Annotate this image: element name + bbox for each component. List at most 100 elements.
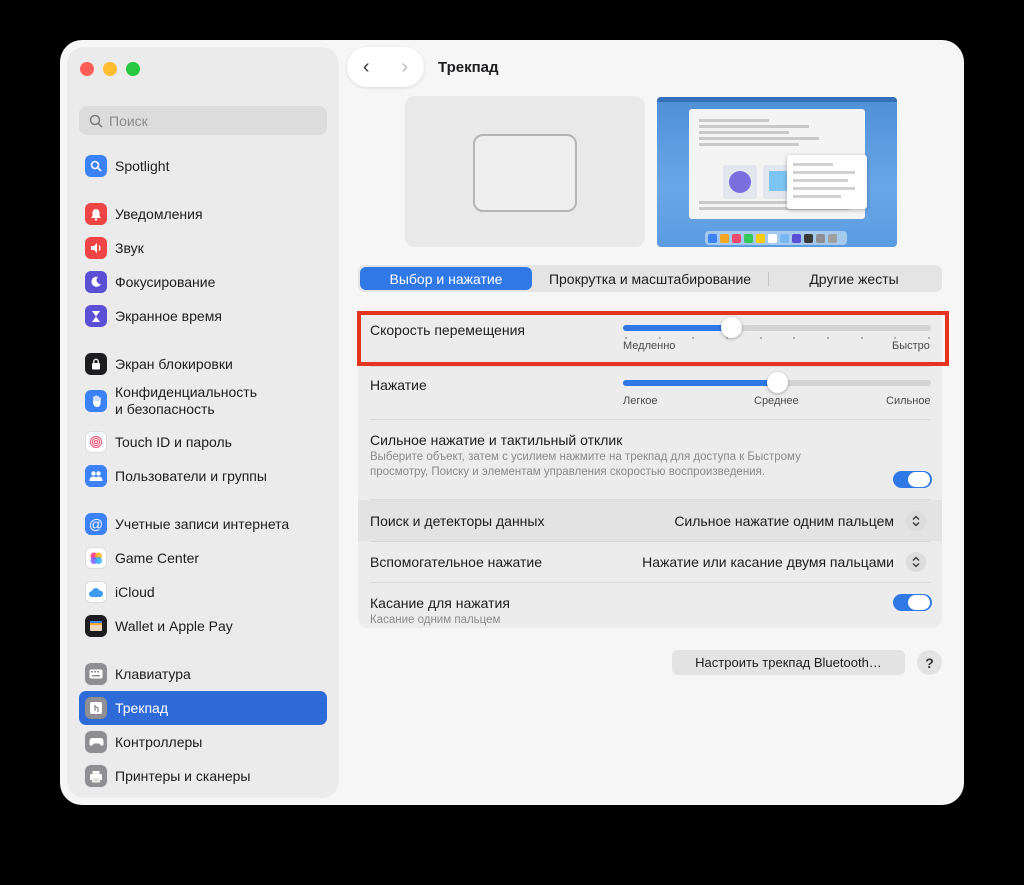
sidebar-item-internet-accounts[interactable]: @ Учетные записи интернета: [79, 507, 327, 541]
sidebar-item-label: Контроллеры: [115, 734, 203, 750]
sidebar-item-trackpad[interactable]: Трекпад: [79, 691, 327, 725]
sidebar-item-label: Звук: [115, 240, 144, 256]
preview-dock: [705, 231, 847, 245]
sidebar-item-notifications[interactable]: Уведомления: [79, 197, 327, 231]
sidebar-item-keyboard[interactable]: Клавиатура: [79, 657, 327, 691]
secondary-click-label: Вспомогательное нажатие: [370, 554, 543, 570]
sidebar-item-label: Wallet и Apple Pay: [115, 618, 233, 634]
trackpad-illustration: [473, 134, 577, 212]
search-input[interactable]: Поиск: [79, 106, 327, 135]
back-button[interactable]: ‹: [351, 56, 381, 79]
sidebar-item-label: Принтеры и сканеры: [115, 768, 251, 784]
keyboard-icon: [85, 663, 107, 685]
slider-knob[interactable]: [767, 372, 788, 393]
preview-card: [723, 165, 757, 199]
sidebar-item-sound[interactable]: Звук: [79, 231, 327, 265]
lock-icon: [85, 353, 107, 375]
sidebar-item-focus[interactable]: Фокусирование: [79, 265, 327, 299]
sidebar-item-label: Экранное время: [115, 308, 222, 324]
divider: [370, 499, 930, 500]
gesture-preview-screen: [657, 97, 897, 247]
trackpad-icon: [85, 697, 107, 719]
tab-more-gestures[interactable]: Другие жесты: [769, 267, 939, 290]
tab-scroll-and-zoom[interactable]: Прокрутка и масштабирование: [532, 267, 768, 290]
sidebar-item-label: Пользователи и группы: [115, 468, 267, 484]
gesture-preview-trackpad: [405, 96, 645, 247]
secondary-click-popup-value[interactable]: Нажатие или касание двумя пальцами: [642, 554, 894, 570]
fingerprint-icon: [85, 431, 107, 453]
sidebar-item-users[interactable]: Пользователи и группы: [79, 459, 327, 493]
forward-button[interactable]: ›: [390, 56, 420, 79]
secondary-click-chevron-icon[interactable]: [906, 552, 926, 572]
search-placeholder: Поиск: [109, 112, 148, 129]
navigation-buttons: ‹ ›: [347, 47, 424, 87]
slider-medium-label: Среднее: [754, 395, 799, 407]
sidebar-item-printers[interactable]: Принтеры и сканеры: [79, 759, 327, 793]
minimize-button[interactable]: [103, 62, 117, 76]
at-icon: @: [85, 513, 107, 535]
toggle-knob: [908, 472, 930, 487]
hourglass-icon: [85, 305, 107, 327]
divider: [370, 366, 930, 367]
click-pressure-slider[interactable]: [623, 372, 931, 393]
toggle-knob: [908, 595, 930, 610]
divider: [370, 541, 930, 542]
sidebar-item-label: Уведомления: [115, 206, 203, 222]
cloud-icon: [85, 581, 107, 603]
lookup-label: Поиск и детекторы данных: [370, 513, 545, 529]
sidebar-item-label: Учетные записи интернета: [115, 516, 290, 532]
force-click-toggle[interactable]: [893, 471, 932, 488]
game-center-icon: [85, 547, 107, 569]
lookup-popup-value[interactable]: Сильное нажатие одним пальцем: [674, 513, 894, 529]
sidebar-item-privacy[interactable]: Конфиденциальность и безопасность: [79, 381, 327, 421]
bell-icon: [85, 203, 107, 225]
divider: [370, 419, 930, 420]
gamepad-icon: [85, 731, 107, 753]
page-title: Трекпад: [438, 59, 499, 76]
sidebar-item-game-center[interactable]: Game Center: [79, 541, 327, 575]
sidebar-item-label: Game Center: [115, 550, 200, 566]
help-button[interactable]: ?: [917, 650, 942, 675]
window-controls: [80, 62, 140, 76]
sidebar-item-label: Конфиденциальность и безопасность: [115, 384, 258, 417]
preview-popup: [787, 155, 867, 209]
sidebar-item-label: Экран блокировки: [115, 356, 233, 372]
slider-fill: [623, 380, 777, 386]
hand-icon: [85, 390, 107, 412]
speaker-icon: [85, 237, 107, 259]
sidebar-item-touch-id[interactable]: Touch ID и пароль: [79, 425, 327, 459]
sidebar-item-icloud[interactable]: iCloud: [79, 575, 327, 609]
lookup-chevron-icon[interactable]: [906, 511, 926, 531]
users-icon: [85, 465, 107, 487]
force-click-label: Сильное нажатие и тактильный отклик: [370, 432, 623, 448]
sidebar-item-controllers[interactable]: Контроллеры: [79, 725, 327, 759]
sidebar-item-spotlight[interactable]: Spotlight: [79, 149, 327, 183]
setup-bluetooth-trackpad-button[interactable]: Настроить трекпад Bluetooth…: [672, 650, 905, 675]
sidebar-item-screen-time[interactable]: Экранное время: [79, 299, 327, 333]
sidebar-item-label: Touch ID и пароль: [115, 434, 232, 450]
sidebar-item-label: iCloud: [115, 584, 155, 600]
tab-bar: Выбор и нажатие Прокрутка и масштабирова…: [358, 265, 942, 292]
close-button[interactable]: [80, 62, 94, 76]
settings-window: Поиск Spotlight Уведомления Звук Фокусир: [60, 40, 964, 805]
tab-point-and-click[interactable]: Выбор и нажатие: [360, 267, 532, 290]
wallet-icon: [85, 615, 107, 637]
divider: [370, 582, 930, 583]
zoom-button[interactable]: [126, 62, 140, 76]
tap-to-click-toggle[interactable]: [893, 594, 932, 611]
sidebar-item-label: Клавиатура: [115, 666, 191, 682]
sidebar-item-wallet[interactable]: Wallet и Apple Pay: [79, 609, 327, 643]
sidebar-item-label: Трекпад: [115, 700, 168, 716]
slider-light-label: Легкое: [623, 395, 658, 407]
tap-to-click-sublabel: Касание одним пальцем: [370, 614, 501, 626]
preview-menubar: [657, 97, 897, 102]
click-label: Нажатие: [370, 377, 427, 393]
highlight-annotation: [357, 311, 949, 366]
force-click-description: Выберите объект, затем с усилием нажмите…: [370, 451, 801, 478]
search-icon: [89, 114, 103, 128]
sidebar-item-label: Spotlight: [115, 158, 170, 174]
tap-to-click-label: Касание для нажатия: [370, 595, 510, 611]
sidebar-item-label: Фокусирование: [115, 274, 216, 290]
spotlight-icon: [85, 155, 107, 177]
sidebar-item-lock-screen[interactable]: Экран блокировки: [79, 347, 327, 381]
